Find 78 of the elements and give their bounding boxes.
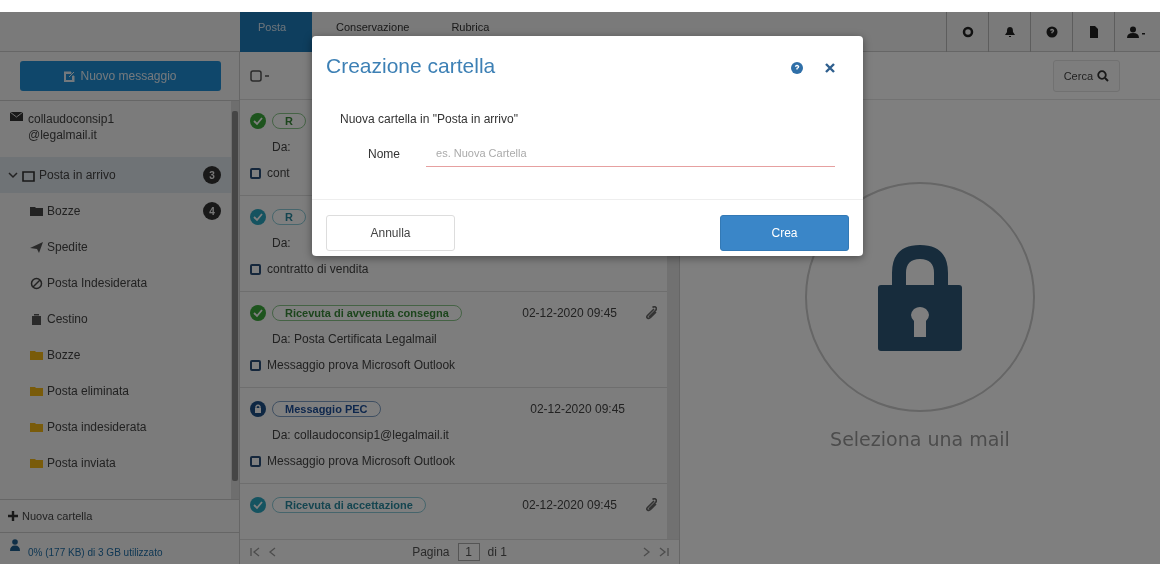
status-badge: Messaggio PEC — [272, 401, 381, 417]
chevron-icon[interactable] — [8, 170, 18, 180]
message-date: 02-12-2020 09:45 — [522, 498, 617, 512]
check-circle-icon — [250, 113, 266, 129]
message-subject[interactable]: Messaggio prova Microsoft Outlook — [267, 358, 456, 372]
message-date: 02-12-2020 09:45 — [522, 306, 617, 320]
message-checkbox[interactable] — [250, 263, 261, 275]
folder-item[interactable]: Posta in arrivo 3 — [0, 157, 231, 193]
compose-icon — [64, 70, 76, 82]
message-checkbox[interactable] — [250, 359, 261, 371]
dialog-title: Creazione cartella — [326, 54, 497, 78]
status-badge: Ricevuta di accettazione — [272, 497, 426, 513]
folder-item[interactable]: Posta indesiderata — [0, 409, 231, 445]
dialog-subtitle: Nuova cartella in "Posta in arrivo" — [340, 112, 519, 126]
status-badge: Ricevuta di avvenuta consegna — [272, 305, 462, 321]
message-date: 02-12-2020 09:45 — [530, 402, 625, 416]
last-page-icon[interactable] — [659, 547, 669, 557]
blocked-icon — [30, 276, 43, 290]
page-total: di 1 — [487, 545, 507, 559]
message-checkbox[interactable] — [250, 455, 261, 467]
message-checkbox[interactable] — [250, 167, 261, 179]
nav-tab[interactable]: Posta — [240, 12, 312, 52]
folder-item[interactable]: Bozze — [0, 337, 231, 373]
folder-item[interactable]: Cestino — [0, 301, 231, 337]
search-button[interactable]: Cerca — [1052, 59, 1120, 92]
folder-item[interactable]: Bozze 4 — [0, 193, 231, 229]
gear-icon[interactable] — [961, 26, 974, 38]
sender-text: Da: — [272, 140, 291, 154]
folder-icon — [30, 348, 43, 362]
help-icon[interactable] — [791, 62, 803, 74]
close-icon[interactable] — [825, 63, 835, 73]
scrollbar-thumb[interactable] — [232, 111, 238, 481]
envelope-icon — [10, 111, 23, 121]
previous-page-icon[interactable] — [268, 547, 276, 557]
user-icon — [10, 539, 20, 551]
page-label: Pagina — [412, 545, 450, 559]
search-icon — [1097, 69, 1109, 82]
sender-text: Da: Posta Certificata Legalmail — [272, 332, 437, 346]
status-badge: R — [272, 113, 306, 129]
plus-icon — [8, 511, 18, 521]
create-button[interactable]: Crea — [720, 215, 849, 251]
check-circle-icon — [250, 305, 266, 321]
bell-icon[interactable] — [1003, 26, 1016, 38]
folder-item[interactable]: Posta eliminata — [0, 373, 231, 409]
folder-item[interactable]: Spedite — [0, 229, 231, 265]
count-badge: 4 — [203, 202, 221, 220]
folder-item[interactable]: Posta Indesiderata — [0, 265, 231, 301]
check-circle-icon — [250, 497, 266, 513]
count-badge: 3 — [203, 166, 221, 184]
folder-icon — [30, 204, 43, 218]
inbox-icon — [22, 168, 35, 182]
user-icon[interactable] — [1126, 26, 1145, 38]
folder-icon — [30, 420, 43, 434]
first-page-icon[interactable] — [250, 547, 260, 557]
new-folder-link[interactable]: Nuova cartella — [8, 510, 93, 522]
cancel-button[interactable]: Annulla — [326, 215, 455, 251]
message-subject[interactable]: cont — [267, 166, 290, 180]
folder-item[interactable]: Posta inviata — [0, 445, 231, 481]
folder-icon — [30, 456, 43, 470]
sender-text: Da: collaudoconsip1@legalmail.it — [272, 428, 449, 442]
page-input[interactable]: 1 — [457, 543, 480, 561]
help-icon[interactable] — [1045, 26, 1058, 38]
check-circle-icon — [250, 209, 266, 225]
lock-circle-icon — [250, 401, 266, 417]
paper-plane-icon — [30, 240, 43, 254]
message-subject[interactable]: Messaggio prova Microsoft Outlook — [267, 454, 456, 468]
account-name[interactable]: collaudoconsip1@legalmail.it — [28, 111, 128, 143]
new-message-button[interactable]: Nuovo messaggio — [20, 61, 221, 91]
folder-icon — [30, 384, 43, 398]
select-all-checkbox-icon[interactable] — [250, 69, 270, 82]
field-label: Nome — [368, 146, 400, 161]
message-subject[interactable]: contratto di vendita — [267, 262, 369, 276]
next-page-icon[interactable] — [643, 547, 651, 557]
sender-text: Da: — [272, 236, 291, 250]
file-icon[interactable] — [1088, 26, 1099, 38]
trash-icon — [30, 312, 43, 326]
storage-usage[interactable]: 0% (177 KB) di 3 GB utilizzato — [28, 547, 163, 558]
status-badge: R — [272, 209, 306, 225]
